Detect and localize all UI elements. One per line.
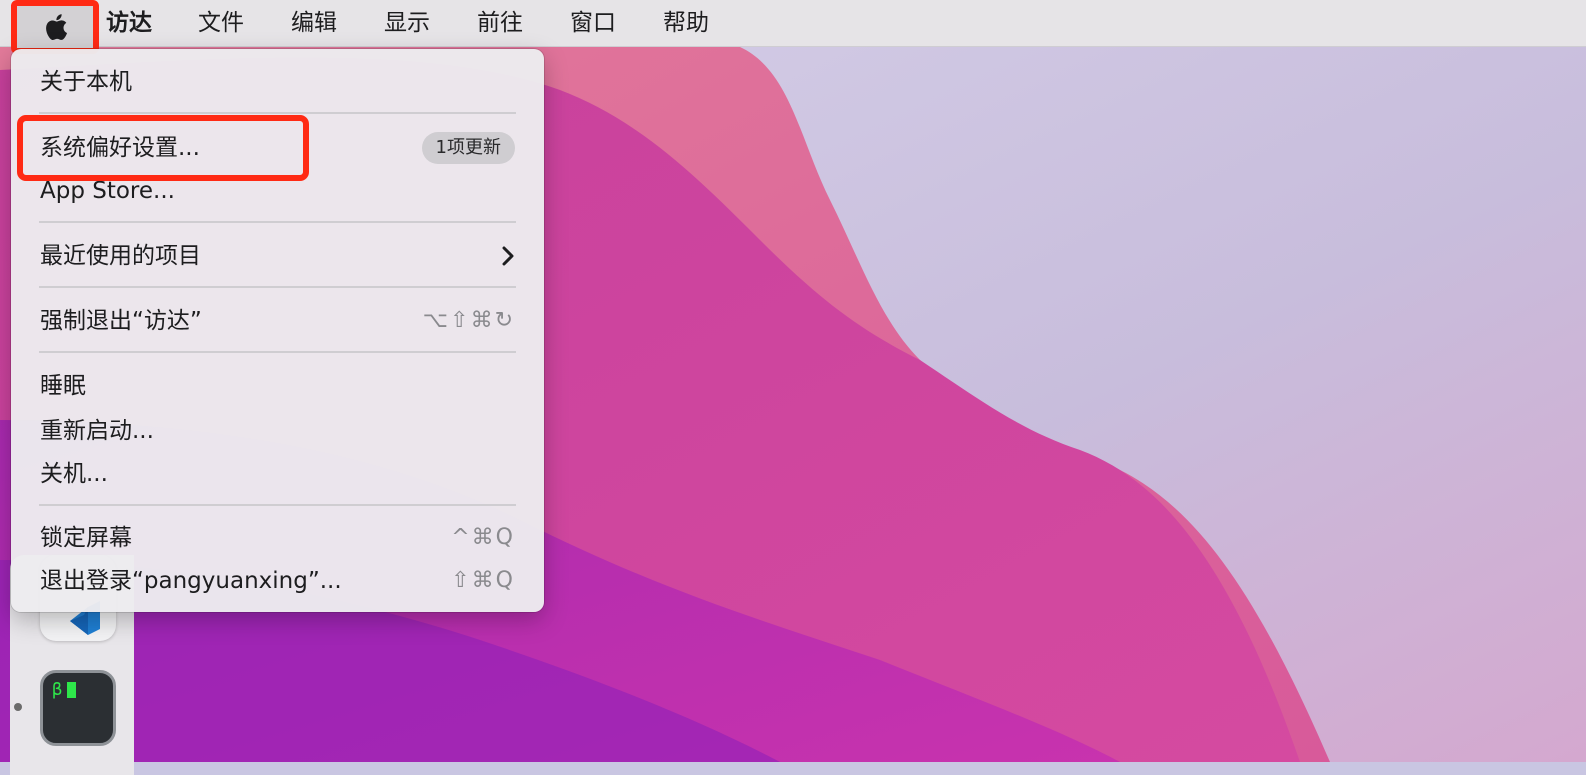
lock-screen-shortcut: ^⌘Q <box>451 525 515 550</box>
recent-items-label: 最近使用的项目 <box>40 243 201 269</box>
menu-file[interactable]: 文件 <box>198 0 244 47</box>
lock-screen-label: 锁定屏幕 <box>40 525 132 551</box>
shutdown-label: 关机... <box>40 461 108 487</box>
apple-logo-icon <box>46 14 67 40</box>
force-quit-shortcut: ⌥⇧⌘↻ <box>422 308 515 333</box>
menu-bar: 访达 文件 编辑 显示 前往 窗口 帮助 <box>0 0 1586 54</box>
update-badge: 1项更新 <box>421 132 515 164</box>
menu-separator <box>39 504 516 506</box>
menu-go[interactable]: 前往 <box>477 0 523 47</box>
menu-view[interactable]: 显示 <box>384 0 430 47</box>
about-label: 关于本机 <box>40 69 132 95</box>
menu-separator <box>39 286 516 288</box>
menu-item-shutdown[interactable]: 关机... <box>40 454 515 494</box>
terminal-prompt: β <box>52 680 63 700</box>
menu-window[interactable]: 窗口 <box>570 0 616 47</box>
menu-item-logout[interactable]: 退出登录“pangyuanxing”... ⇧⌘Q <box>40 561 515 601</box>
running-indicator <box>14 703 22 711</box>
menu-finder[interactable]: 访达 <box>106 0 152 47</box>
logout-label: 退出登录“pangyuanxing”... <box>40 568 342 594</box>
menu-edit[interactable]: 编辑 <box>291 0 337 47</box>
sleep-label: 睡眠 <box>40 373 86 399</box>
menu-help[interactable]: 帮助 <box>663 0 709 47</box>
menu-separator <box>39 221 516 223</box>
menu-item-sleep[interactable]: 睡眠 <box>40 366 515 406</box>
terminal-cursor <box>67 682 76 698</box>
menu-separator <box>39 351 516 353</box>
terminal-app-icon[interactable]: β <box>40 670 116 746</box>
apple-dropdown-menu: 关于本机 系统偏好设置... 1项更新 App Store... 最近使用的项目… <box>11 49 544 612</box>
force-quit-label: 强制退出“访达” <box>40 308 202 334</box>
menu-item-recent-items[interactable]: 最近使用的项目 <box>40 236 515 276</box>
menu-item-about[interactable]: 关于本机 <box>40 62 515 102</box>
restart-label: 重新启动... <box>40 418 154 444</box>
highlight-annotation-box <box>17 115 309 181</box>
chevron-right-icon <box>502 246 514 266</box>
menu-item-force-quit[interactable]: 强制退出“访达” ⌥⇧⌘↻ <box>40 301 515 341</box>
menu-item-restart[interactable]: 重新启动... <box>40 411 515 451</box>
apple-menu-button[interactable] <box>11 0 99 54</box>
logout-shortcut: ⇧⌘Q <box>451 568 515 593</box>
menu-item-lock-screen[interactable]: 锁定屏幕 ^⌘Q <box>40 518 515 558</box>
menu-separator <box>39 112 516 114</box>
